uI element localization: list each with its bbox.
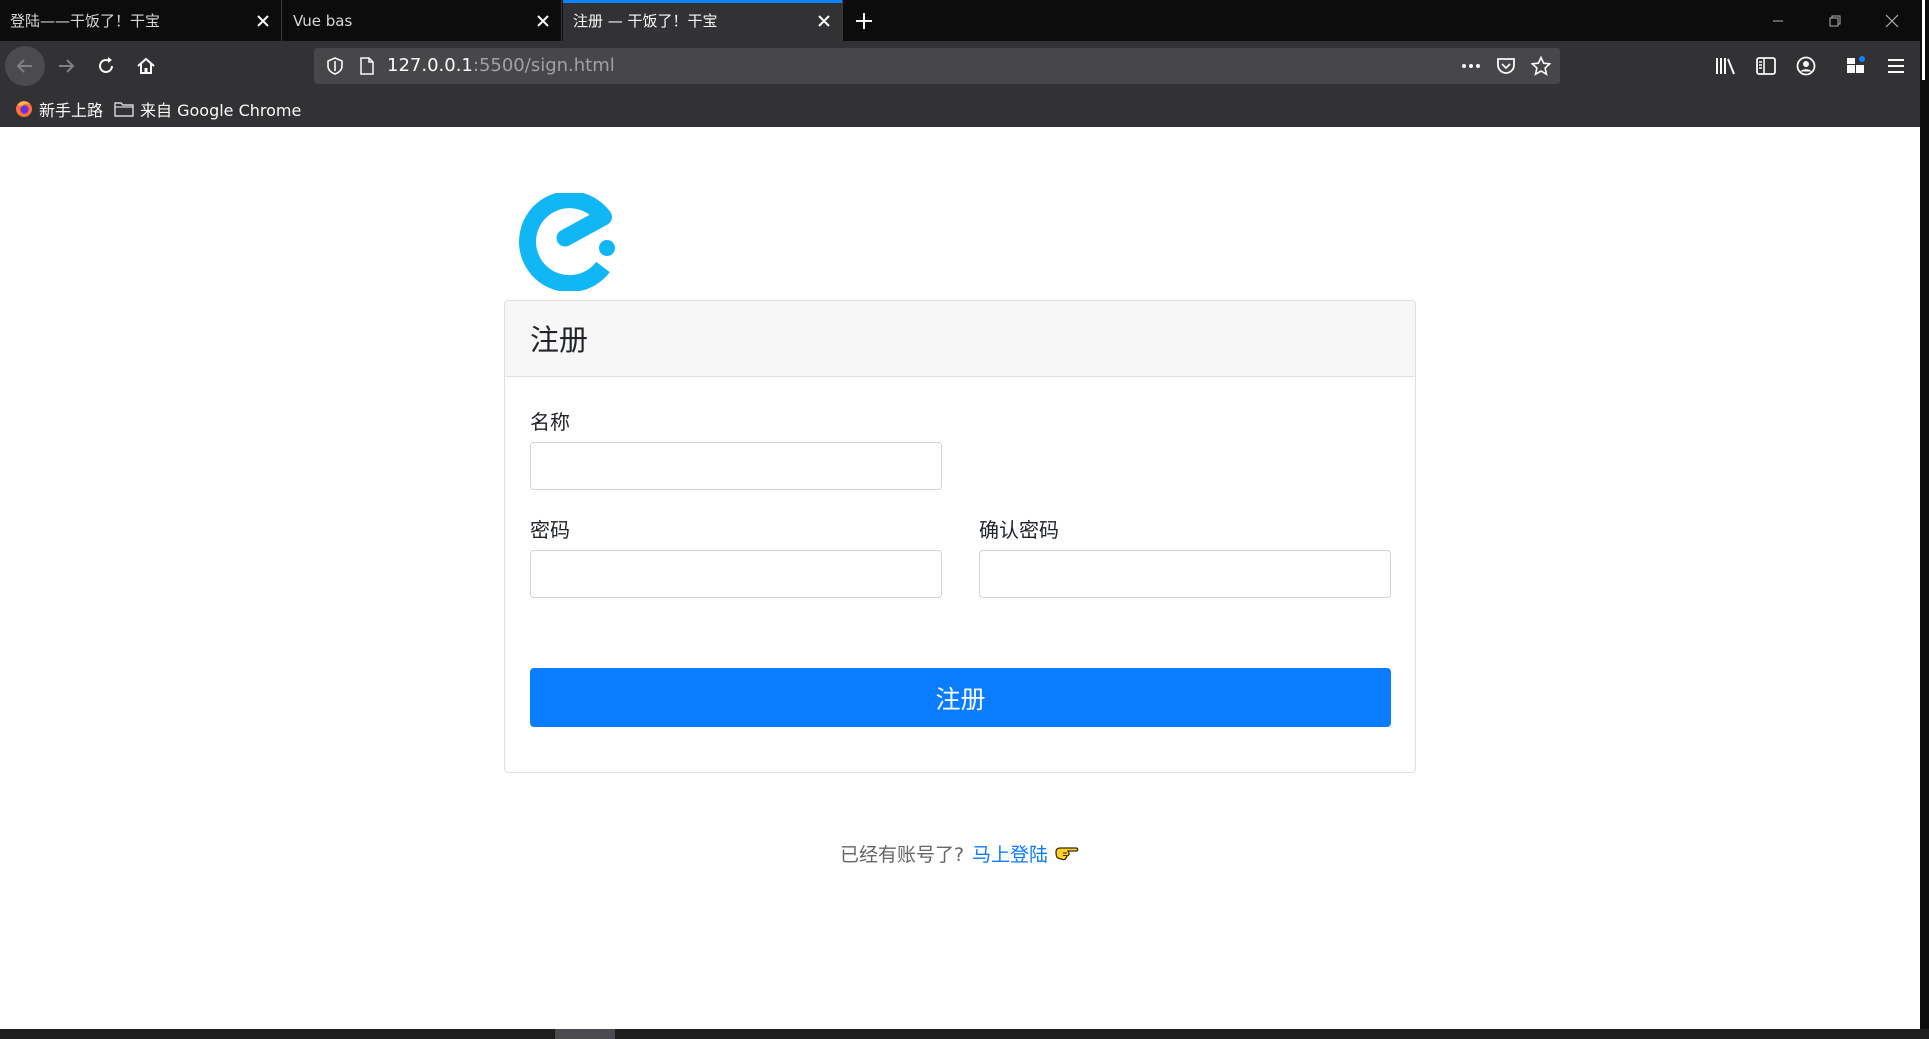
url-path: :5500/sign.html (472, 55, 615, 76)
menu-icon[interactable] (1876, 46, 1916, 86)
arrow-right-icon (59, 59, 75, 73)
tab-title: 登陆——干饭了！干宝 (10, 12, 161, 30)
close-icon[interactable] (806, 0, 842, 41)
nav-toolbar: 127.0.0.1:5500/sign.html (0, 41, 1929, 91)
restore-icon (1829, 15, 1840, 26)
tab-sign[interactable]: 注册 — 干饭了！干宝 (563, 0, 843, 41)
bookmark-folder-chrome[interactable]: 来自 Google Chrome (114, 91, 301, 127)
close-icon[interactable] (525, 0, 561, 41)
minimize-icon (1772, 20, 1783, 21)
confirm-password-label: 确认密码 (979, 518, 1059, 542)
url-host: 127.0.0.1 (387, 55, 473, 76)
signup-card: 注册 名称 密码 确认密码 注册 (504, 300, 1416, 773)
login-prompt-text: 已经有账号了? (839, 843, 965, 866)
bookmarks-bar: 新手上路 来自 Google Chrome (0, 91, 1929, 127)
home-button[interactable] (126, 46, 166, 86)
plus-icon (856, 12, 872, 29)
bookmark-label: 新手上路 (39, 101, 104, 120)
shield-icon[interactable] (318, 48, 352, 84)
scrollbar-thumb[interactable] (1922, 0, 1925, 80)
back-button[interactable] (5, 46, 45, 86)
page-icon[interactable] (350, 48, 384, 84)
account-icon[interactable] (1786, 46, 1826, 86)
card-title: 注册 (530, 323, 589, 357)
taskbar-segment (555, 1029, 615, 1039)
tab-login[interactable]: 登陆——干饭了！干宝 (0, 0, 282, 41)
card-header: 注册 (505, 301, 1415, 377)
more-actions-icon[interactable] (1454, 48, 1488, 84)
reload-button[interactable] (86, 46, 126, 86)
minimize-button[interactable] (1749, 0, 1806, 41)
tab-title: Vue bas (293, 11, 353, 30)
library-icon[interactable] (1706, 46, 1746, 86)
bookmark-star-icon[interactable] (1524, 48, 1558, 84)
name-input[interactable] (530, 442, 942, 490)
tab-strip: 登陆——干饭了！干宝 Vue bas 注册 — 干饭了！干宝 (0, 0, 1929, 41)
pocket-icon[interactable] (1489, 48, 1523, 84)
home-icon (137, 57, 155, 74)
url-text: 127.0.0.1:5500/sign.html (387, 48, 615, 84)
password-label: 密码 (530, 518, 570, 542)
forward-button[interactable] (46, 46, 86, 86)
pointing-hand-icon (1054, 843, 1080, 863)
tab-title: 注册 — 干饭了！干宝 (573, 12, 718, 30)
password-input[interactable] (530, 550, 942, 598)
arrow-left-icon (16, 59, 32, 73)
close-icon (1885, 14, 1898, 27)
close-icon[interactable] (245, 0, 281, 41)
new-tab-button[interactable] (844, 0, 884, 41)
taskbar-edge (0, 1029, 1929, 1039)
reload-icon (99, 57, 113, 73)
folder-icon (114, 102, 134, 117)
eleme-logo (519, 193, 615, 291)
name-label: 名称 (530, 410, 570, 434)
bookmark-getting-started[interactable]: 新手上路 (15, 91, 103, 127)
firefox-icon (16, 101, 32, 117)
confirm-password-input[interactable] (979, 550, 1391, 598)
bookmark-label: 来自 Google Chrome (140, 101, 302, 120)
sidebar-icon[interactable] (1746, 46, 1786, 86)
restore-button[interactable] (1806, 0, 1863, 41)
login-link[interactable]: 马上登陆 (972, 840, 1048, 867)
login-prompt: 已经有账号了? 马上登陆 (0, 838, 1920, 868)
window-edge (1920, 0, 1929, 1039)
close-window-button[interactable] (1863, 0, 1920, 41)
address-bar[interactable]: 127.0.0.1:5500/sign.html (314, 48, 1560, 84)
register-button[interactable]: 注册 (530, 668, 1391, 727)
tab-vue[interactable]: Vue bas (283, 0, 562, 41)
extensions-icon[interactable] (1836, 46, 1876, 86)
